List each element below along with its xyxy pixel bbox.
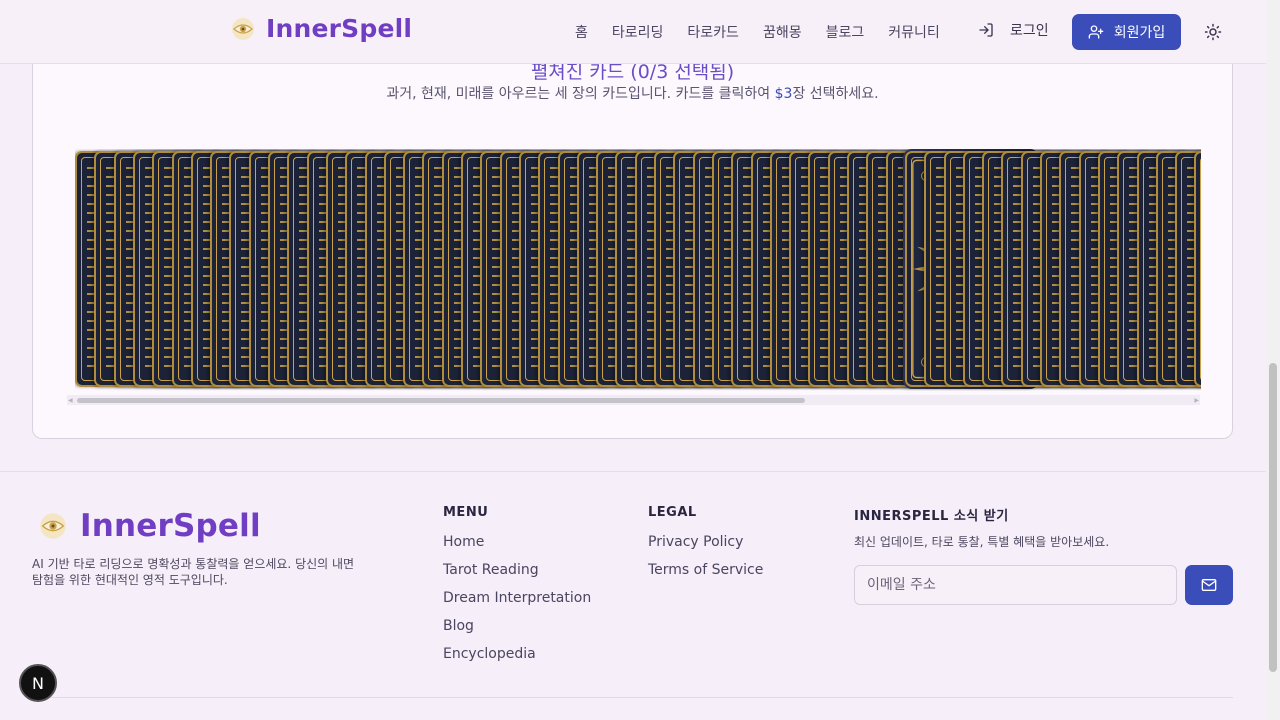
header-logo[interactable]: InnerSpell xyxy=(230,14,412,43)
menu-heading: MENU xyxy=(443,505,489,520)
sun-icon[interactable] xyxy=(1204,23,1222,41)
footer-link-encyclopedia[interactable]: Encyclopedia xyxy=(443,646,591,674)
legal-links: Privacy Policy Terms of Service xyxy=(648,534,763,590)
footer-link-home[interactable]: Home xyxy=(443,534,591,562)
mail-icon xyxy=(1201,579,1217,591)
footer-link-privacy[interactable]: Privacy Policy xyxy=(648,534,763,562)
eye-logo-icon xyxy=(38,511,68,541)
subscribe-button[interactable] xyxy=(1185,565,1233,605)
footer-link-tarot-reading[interactable]: Tarot Reading xyxy=(443,562,591,590)
footer-link-blog[interactable]: Blog xyxy=(443,618,591,646)
subtitle-end: 장 선택하세요. xyxy=(792,86,879,102)
footer-divider xyxy=(32,697,1233,698)
footer-brand-name: InnerSpell xyxy=(80,508,261,544)
scroll-right-icon[interactable]: ▶ xyxy=(1194,397,1199,404)
footer-link-terms[interactable]: Terms of Service xyxy=(648,562,763,590)
nav-tarot-reading[interactable]: 타로리딩 xyxy=(612,22,664,42)
nav-tarot-cards[interactable]: 타로카드 xyxy=(687,22,739,42)
tarot-card-back[interactable] xyxy=(1194,151,1201,387)
eye-logo-icon xyxy=(230,16,256,42)
footer-logo[interactable]: InnerSpell xyxy=(38,508,261,544)
legal-heading: LEGAL xyxy=(648,505,697,520)
subtitle-text: 과거, 현재, 미래를 아우르는 세 장의 카드입니다. 카드를 클릭하여 xyxy=(386,86,775,102)
newsletter-heading: INNERSPELL 소식 받기 xyxy=(854,509,1009,524)
nav-blog[interactable]: 블로그 xyxy=(826,22,865,42)
brand-name: InnerSpell xyxy=(266,14,413,43)
nav-home[interactable]: 홈 xyxy=(575,22,588,42)
signup-label: 회원가입 xyxy=(1113,25,1166,41)
login-icon xyxy=(979,23,993,37)
deck-scroll-thumb[interactable] xyxy=(77,398,805,403)
card-deck[interactable] xyxy=(75,149,1201,391)
main-nav: 홈 타로리딩 타로카드 꿈해몽 블로그 커뮤니티 xyxy=(563,0,952,64)
reading-panel: 펼쳐진 카드 (0/3 선택됨) 과거, 현재, 미래를 아우르는 세 장의 카… xyxy=(32,40,1233,439)
user-plus-icon xyxy=(1088,25,1104,39)
next-dev-badge[interactable]: N xyxy=(19,664,57,702)
signup-button[interactable]: 회원가입 xyxy=(1072,14,1181,50)
site-footer: InnerSpell AI 기반 타로 리딩으로 명확성과 통찰력을 얻으세요.… xyxy=(0,471,1266,720)
page-scroll-thumb[interactable] xyxy=(1269,363,1277,672)
login-button[interactable]: 로그인 xyxy=(978,20,1049,40)
site-header: InnerSpell 홈 타로리딩 타로카드 꿈해몽 블로그 커뮤니티 로그인 … xyxy=(0,0,1266,64)
email-input[interactable] xyxy=(854,565,1177,605)
nav-dream[interactable]: 꿈해몽 xyxy=(763,22,802,42)
page-scrollbar[interactable] xyxy=(1266,0,1280,720)
newsletter-subtitle: 최신 업데이트, 타로 통찰, 특별 혜택을 받아보세요. xyxy=(854,535,1110,549)
nav-community[interactable]: 커뮤니티 xyxy=(888,22,940,42)
spread-subtitle: 과거, 현재, 미래를 아우르는 세 장의 카드입니다. 카드를 클릭하여 $3… xyxy=(33,83,1232,103)
menu-links: Home Tarot Reading Dream Interpretation … xyxy=(443,534,591,674)
login-label: 로그인 xyxy=(1010,23,1049,39)
footer-description: AI 기반 타로 리딩으로 명확성과 통찰력을 얻으세요. 당신의 내면 탐험을… xyxy=(32,557,355,587)
deck-scrollbar[interactable]: ◀ ▶ xyxy=(67,395,1200,405)
subtitle-count: $3 xyxy=(774,86,793,102)
scroll-left-icon[interactable]: ◀ xyxy=(68,397,73,404)
footer-link-dream[interactable]: Dream Interpretation xyxy=(443,590,591,618)
